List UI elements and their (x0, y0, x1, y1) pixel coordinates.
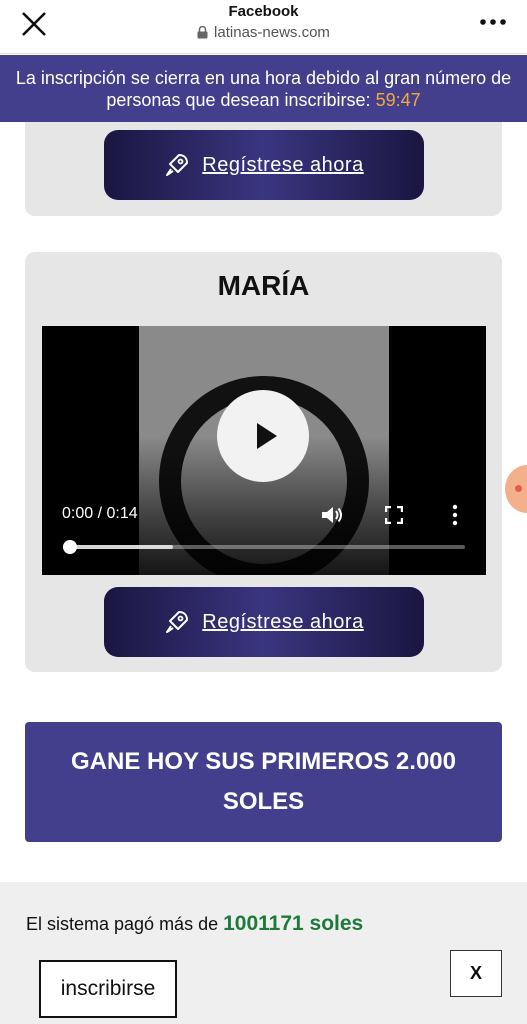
rocket-icon (166, 154, 189, 176)
countdown-timer: 59:47 (375, 90, 421, 110)
browser-header: Facebook latinas-news.com (0, 0, 527, 54)
video-seek-bar[interactable] (63, 540, 465, 554)
subscribe-button[interactable]: inscribirse (39, 960, 177, 1018)
video-time: 0:00 / 0:14 (62, 505, 138, 522)
rocket-icon (166, 611, 189, 633)
paid-prefix: El sistema pagó más de (26, 914, 219, 934)
buffered-fill (70, 545, 173, 549)
url-text: latinas-news.com (214, 24, 330, 41)
volume-icon[interactable] (320, 504, 344, 526)
register-button[interactable]: Regístrese ahora (104, 587, 424, 657)
profile-name: MARÍA (217, 270, 310, 301)
fullscreen-icon[interactable] (385, 506, 403, 524)
side-chat-bubble[interactable] (505, 465, 527, 513)
register-button-top[interactable]: Regístrese ahora (104, 130, 424, 200)
play-icon (257, 423, 277, 449)
paid-amount: 1001171 soles (223, 912, 364, 935)
paid-message: El sistema pagó más de 1001171 soles (26, 912, 363, 936)
lock-icon (197, 26, 208, 39)
play-button[interactable] (217, 390, 309, 482)
earn-cta-banner[interactable]: GANE HOY SUS PRIMEROS 2.000 SOLES (25, 722, 502, 842)
notification-dot (515, 485, 522, 492)
seek-handle[interactable] (63, 540, 77, 554)
video-menu-icon[interactable] (450, 504, 460, 526)
video-player[interactable]: 0:00 / 0:14 (42, 326, 486, 575)
more-options-icon[interactable] (479, 12, 507, 32)
url-display: latinas-news.com (0, 24, 527, 41)
register-label: Regístrese ahora (202, 610, 364, 633)
register-label: Regístrese ahora (202, 153, 364, 176)
bottom-notification-bar: El sistema pagó más de 1001171 soles ins… (0, 882, 527, 1024)
dismiss-button[interactable]: X (450, 950, 502, 997)
page-title: Facebook (228, 3, 299, 20)
closing-banner: La inscripción se cierra en una hora deb… (0, 55, 527, 122)
banner-text: La inscripción se cierra en una hora deb… (15, 68, 512, 110)
